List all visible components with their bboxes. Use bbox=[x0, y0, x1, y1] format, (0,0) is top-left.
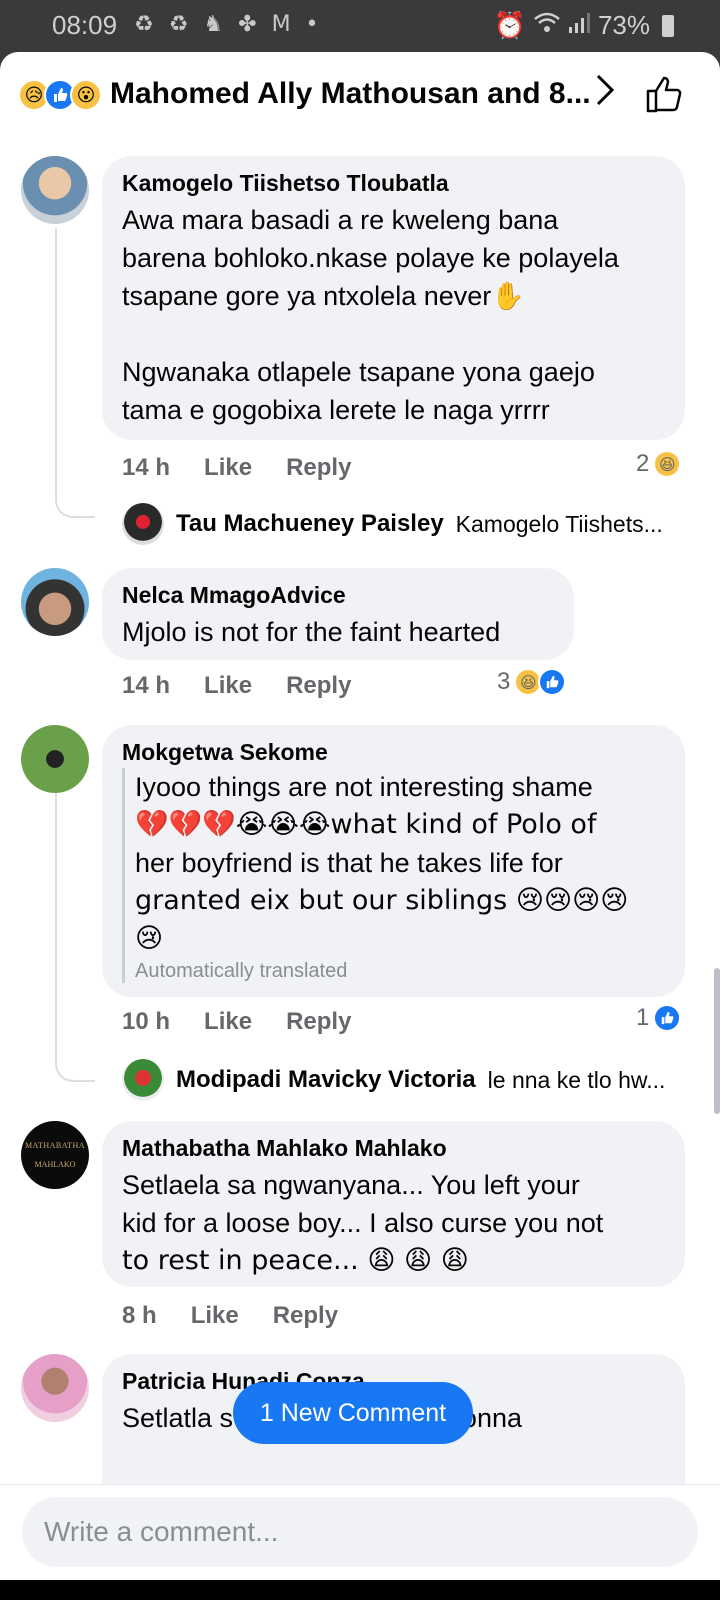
comment-line bbox=[122, 315, 665, 353]
comment-actions: 14 h Like Reply bbox=[122, 672, 351, 700]
translated-quote: Iyooo things are not interesting shame 💔… bbox=[122, 768, 665, 983]
reply-link[interactable]: Reply bbox=[286, 672, 351, 700]
status-bar: 08:09 ♻ ♻ ♞ ✤ M • ⏰ 73% bbox=[0, 0, 720, 52]
avatar[interactable] bbox=[21, 568, 89, 636]
avatar-logo-text: MATHABATHA bbox=[24, 1141, 86, 1150]
reply-link[interactable]: Reply bbox=[273, 1302, 338, 1330]
battery-icon bbox=[662, 14, 674, 37]
comment-text: Awa mara basadi a re kweleng bana barena… bbox=[122, 201, 665, 429]
avatar[interactable] bbox=[122, 503, 164, 545]
comment-line: Setlatla s bbox=[122, 1403, 234, 1433]
reaction-count[interactable]: 1 bbox=[636, 1004, 682, 1032]
comment-author[interactable]: Kamogelo Tiishetso Tloubatla bbox=[122, 170, 665, 197]
auto-translated-label[interactable]: Automatically translated bbox=[135, 960, 665, 983]
comment-actions: 8 h Like Reply bbox=[122, 1302, 338, 1330]
haha-reaction-icon: 😆 bbox=[653, 450, 682, 478]
comment-line: Mjolo is not for the faint hearted bbox=[122, 617, 501, 647]
comment-line: Ngwanaka otlapele tsapane yona gaejo bbox=[122, 357, 595, 387]
thread-line bbox=[55, 228, 95, 518]
status-time: 08:09 bbox=[52, 10, 118, 40]
like-button-icon[interactable] bbox=[644, 74, 684, 114]
avatar[interactable]: MATHABATHA MAHLAKO bbox=[21, 1121, 89, 1189]
reply-text: Kamogelo Tiishets... bbox=[455, 510, 663, 537]
reply-text: le nna ke tlo hw... bbox=[487, 1066, 666, 1093]
reactions-header[interactable]: 😥 😮 Mahomed Ally Mathousan and 8... bbox=[0, 52, 720, 140]
comment-text: Mjolo is not for the faint hearted bbox=[122, 613, 554, 651]
like-link[interactable]: Like bbox=[204, 1008, 252, 1036]
status-right: ⏰ 73% bbox=[494, 10, 674, 41]
comment-text: Iyooo things are not interesting shame 💔… bbox=[135, 768, 665, 958]
comment-author[interactable]: Mathabatha Mahlako Mahlako bbox=[122, 1135, 665, 1162]
comment-line: barena bohloko.nkase polaye ke polayela bbox=[122, 243, 619, 273]
comment-bubble[interactable]: Mathabatha Mahlako Mahlako Setlaela sa n… bbox=[102, 1121, 685, 1287]
reaction-count[interactable]: 3 😆 bbox=[497, 668, 567, 696]
comment-author[interactable]: Mokgetwa Sekome bbox=[122, 739, 665, 766]
like-link[interactable]: Like bbox=[191, 1302, 239, 1330]
comment-line: Setlaela sa ngwanyana... You left your bbox=[122, 1170, 580, 1200]
avatar-logo-text: MAHLAKO bbox=[34, 1160, 76, 1169]
reply-preview[interactable]: Tau Machueney Paisley Kamogelo Tiishets.… bbox=[176, 510, 663, 538]
comment-author[interactable]: Nelca MmagoAdvice bbox=[122, 582, 554, 609]
reaction-count-number: 3 bbox=[497, 668, 511, 695]
comment-bubble[interactable]: Nelca MmagoAdvice Mjolo is not for the f… bbox=[102, 568, 574, 660]
comment-time: 8 h bbox=[122, 1302, 157, 1329]
comment-time: 10 h bbox=[122, 1008, 171, 1035]
comment-line: tama e gogobixa lerete le naga yrrrr bbox=[122, 395, 550, 425]
wow-reaction-icon: 😮 bbox=[70, 79, 102, 111]
alarm-icon: ⏰ bbox=[493, 10, 526, 41]
comment-time: 14 h bbox=[122, 454, 171, 481]
like-link[interactable]: Like bbox=[204, 454, 252, 482]
comment-time: 14 h bbox=[122, 672, 171, 699]
thread-line bbox=[55, 792, 95, 1082]
comment-line: 💔💔💔😭😭😭what kind of Polo of bbox=[135, 809, 597, 840]
comment-list[interactable]: Kamogelo Tiishetso Tloubatla Awa mara ba… bbox=[0, 140, 720, 1532]
comment-line: 😢 bbox=[135, 923, 164, 954]
comments-sheet: 😥 😮 Mahomed Ally Mathousan and 8... Kamo… bbox=[0, 52, 720, 1600]
avatar[interactable] bbox=[21, 156, 89, 224]
reply-link[interactable]: Reply bbox=[286, 454, 351, 482]
system-nav-bar bbox=[0, 1580, 720, 1600]
reply-link[interactable]: Reply bbox=[286, 1008, 351, 1036]
like-reaction-icon bbox=[538, 668, 567, 696]
avatar[interactable] bbox=[122, 1059, 164, 1101]
comment-actions: 10 h Like Reply bbox=[122, 1008, 351, 1036]
comment-line: Iyooo things are not interesting shame bbox=[135, 772, 593, 802]
chevron-right-icon[interactable] bbox=[594, 72, 616, 117]
notification-icons: ♻ ♻ ♞ ✤ M • bbox=[134, 12, 323, 37]
reactors-title[interactable]: Mahomed Ally Mathousan and 8... bbox=[110, 77, 591, 111]
reaction-count[interactable]: 2 😆 bbox=[636, 450, 682, 478]
comment-composer bbox=[0, 1484, 720, 1580]
reaction-count-number: 1 bbox=[636, 1004, 650, 1031]
comment-bubble[interactable]: Mokgetwa Sekome Iyooo things are not int… bbox=[102, 725, 685, 997]
scrollbar[interactable] bbox=[714, 968, 720, 1114]
comment-line: her boyfriend is that he takes life for bbox=[135, 848, 563, 878]
like-reaction-icon bbox=[653, 1004, 682, 1032]
battery-level: 73% bbox=[597, 10, 650, 40]
reaction-count-number: 2 bbox=[636, 450, 650, 477]
comment-line: granted eix but our siblings 😢😢😢😢 bbox=[135, 885, 629, 916]
comment-bubble[interactable]: Kamogelo Tiishetso Tloubatla Awa mara ba… bbox=[102, 156, 685, 440]
reply-author: Tau Machueney Paisley bbox=[176, 510, 444, 537]
signal-icon bbox=[568, 10, 590, 41]
avatar[interactable] bbox=[21, 1354, 89, 1422]
new-comment-button[interactable]: 1 New Comment bbox=[233, 1382, 473, 1444]
wifi-icon bbox=[534, 10, 560, 41]
like-link[interactable]: Like bbox=[204, 672, 252, 700]
reply-preview[interactable]: Modipadi Mavicky Victoria le nna ke tlo … bbox=[176, 1066, 665, 1094]
comment-line: to rest in peace... 😩 😩 😩 bbox=[122, 1245, 469, 1276]
comment-line: Awa mara basadi a re kweleng bana bbox=[122, 205, 559, 235]
comment-line: tsapane gore ya ntxolela never✋ bbox=[122, 281, 525, 311]
comment-input[interactable] bbox=[22, 1497, 698, 1567]
avatar[interactable] bbox=[21, 725, 89, 793]
comment-text: Setlaela sa ngwanyana... You left your k… bbox=[122, 1166, 665, 1280]
reaction-summary[interactable]: 😥 😮 bbox=[18, 79, 102, 111]
comment-actions: 14 h Like Reply bbox=[122, 454, 351, 482]
reply-author: Modipadi Mavicky Victoria bbox=[176, 1066, 476, 1093]
comment-line: kid for a loose boy... I also curse you … bbox=[122, 1208, 604, 1238]
